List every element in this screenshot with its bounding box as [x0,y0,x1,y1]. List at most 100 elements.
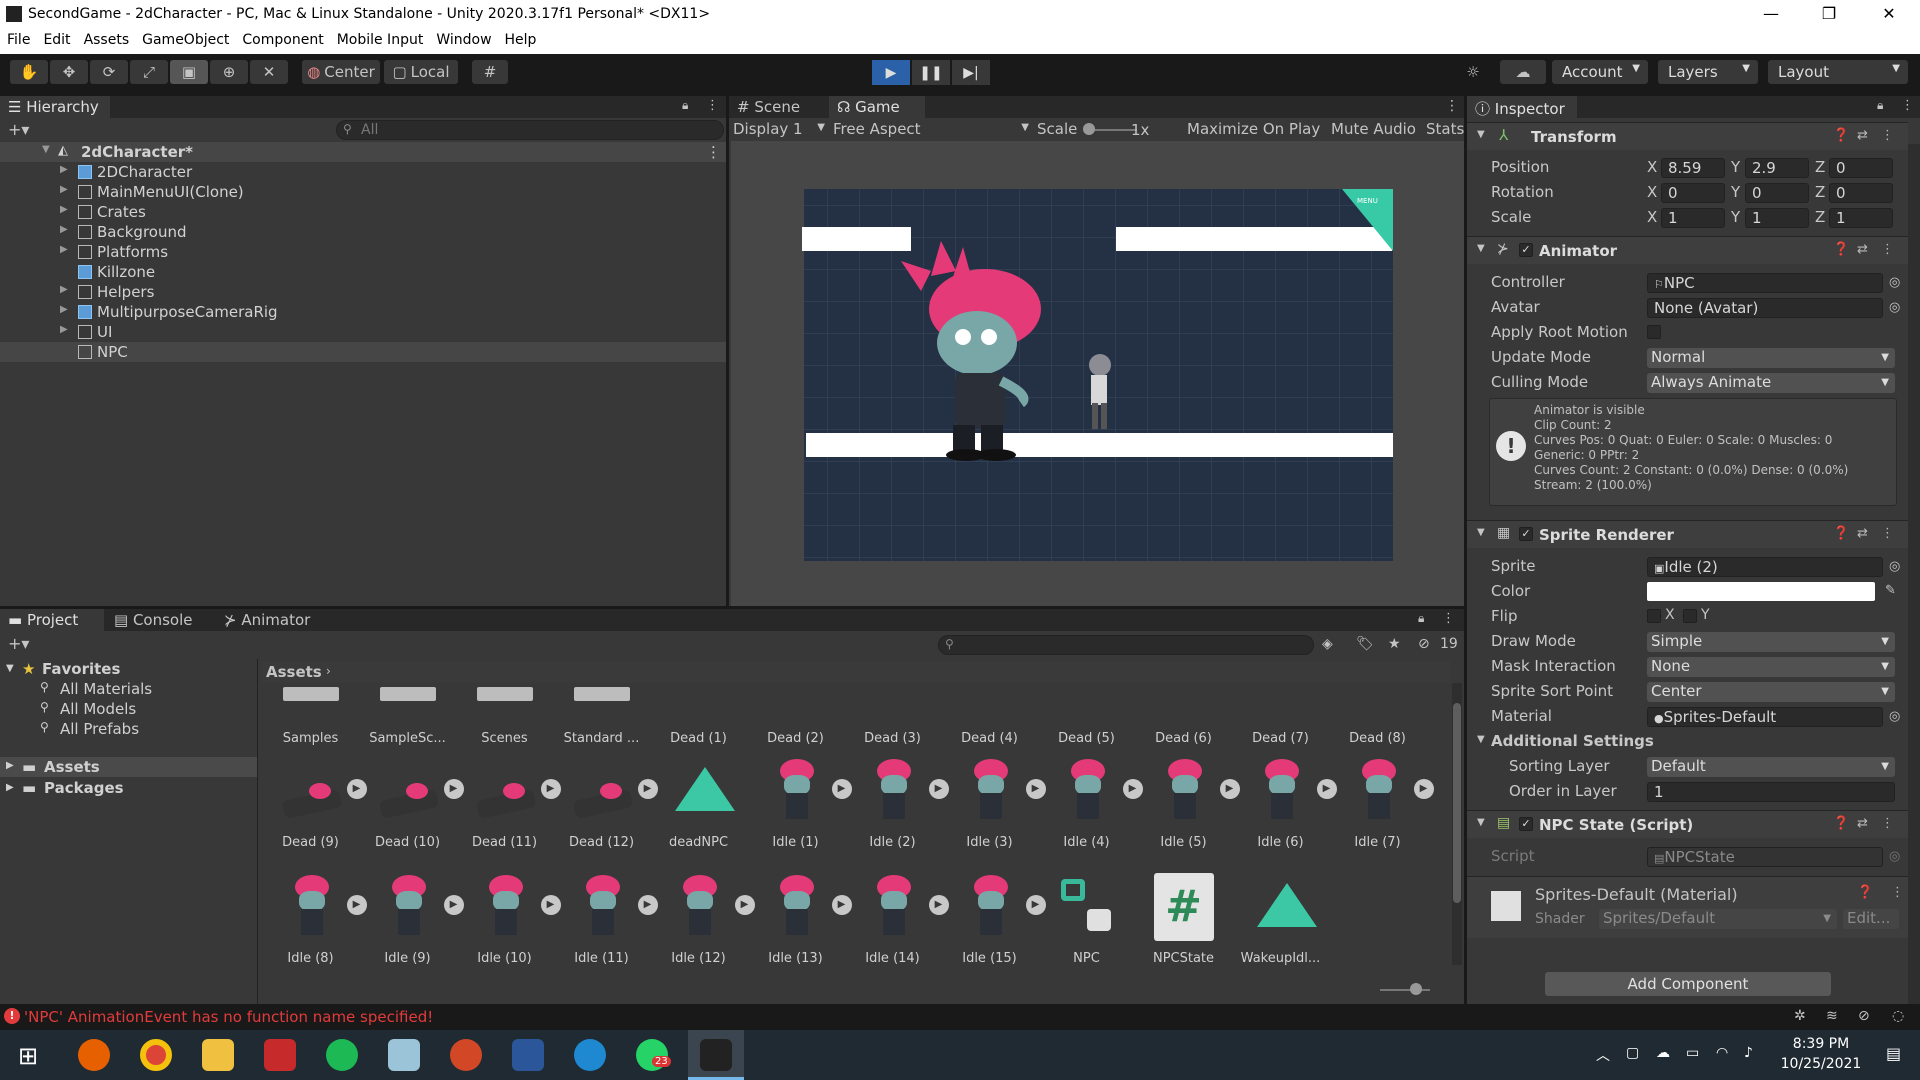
firefox-icon[interactable] [78,1039,110,1071]
asset-item[interactable]: Dead (1) [650,683,747,746]
meet-icon[interactable]: ▢ [1626,1045,1639,1061]
menu-assets[interactable]: Assets [77,28,136,48]
avatar-field[interactable]: None (Avatar) [1647,298,1883,318]
windows-start-icon[interactable]: ⊞ [18,1042,38,1070]
asset-item[interactable]: ▶ Idle (7) [1329,753,1434,850]
preset-icon[interactable]: ⇄ [1857,242,1868,257]
sprite-field[interactable]: ▣Idle (2) [1647,557,1883,577]
kebab-menu-icon[interactable]: ⋮ [1881,128,1894,143]
rotation-y-input[interactable]: 0 [1745,183,1809,203]
asset-item[interactable]: ▶ Idle (3) [941,753,1046,850]
step-button[interactable]: ▶| [952,60,990,85]
asset-item[interactable]: ▶ Idle (12) [650,869,755,966]
star-icon[interactable]: ★ [1388,636,1401,652]
tab-hierarchy[interactable]: ☰ Hierarchy [0,96,110,118]
kebab-menu-icon[interactable]: ⋮ [706,98,719,113]
sort-point-dropdown[interactable]: Center ▼ [1647,682,1895,702]
sorting-layer-dropdown[interactable]: Default ▼ [1647,757,1895,777]
menu-gameobject[interactable]: GameObject [135,28,235,48]
asset-item[interactable]: Standard ... [553,683,650,746]
asset-item[interactable]: ▶ Idle (5) [1135,753,1240,850]
project-scrollbar[interactable] [1452,683,1462,965]
animator-enabled-checkbox[interactable]: ✓ [1519,243,1533,257]
transform-header[interactable]: ▼ ⅄ Transform ❓ ⇄ ⋮ [1467,122,1908,150]
collab-icon[interactable]: ⊘ [1858,1008,1870,1024]
assets-folder-row[interactable]: ▶ ▬ Assets [0,757,257,777]
kebab-menu-icon[interactable]: ⋮ [1442,611,1455,626]
expand-arrow-icon[interactable]: ▶ [60,184,68,195]
asset-item[interactable]: deadNPC [650,753,747,850]
close-button[interactable]: ✕ [1860,0,1918,28]
culling-mode-dropdown[interactable]: Always Animate ▼ [1647,373,1895,393]
asset-item[interactable]: Dead (3) [844,683,941,746]
asset-item[interactable]: Dead (4) [941,683,1038,746]
expand-arrow-icon[interactable]: ▶ [60,304,68,315]
fav-all-prefabs[interactable]: All Prefabs [60,720,139,738]
collapse-arrow-icon[interactable]: ▼ [1477,527,1485,538]
display-dropdown[interactable]: Display 1 ▼ [733,120,829,140]
asset-item[interactable]: ▶ Idle (2) [844,753,949,850]
expand-arrow-icon[interactable]: ▼ [42,144,50,155]
aspect-dropdown[interactable]: Free Aspect ▼ [833,120,1033,140]
edit-shader-button[interactable]: Edit... [1843,909,1899,929]
scale-x-input[interactable]: 1 [1661,208,1725,228]
maximize-on-play-button[interactable]: Maximize On Play [1187,120,1320,138]
kebab-menu-icon[interactable]: ⋮ [1881,242,1894,257]
menu-window[interactable]: Window [429,28,497,48]
collapse-arrow-icon[interactable]: ▼ [1477,243,1485,254]
hand-tool-icon[interactable]: ✋ [10,60,48,84]
edge-icon[interactable] [574,1039,606,1071]
expand-arrow-icon[interactable]: ▶ [60,164,68,175]
help-icon[interactable]: ❓ [1833,242,1849,257]
position-z-input[interactable]: 0 [1829,158,1893,178]
hierarchy-item[interactable]: Killzone [0,262,726,282]
expand-arrow-icon[interactable]: ▶ [60,204,68,215]
rect-tool-icon[interactable]: ▣ [170,60,208,84]
cloud-off-icon[interactable]: ☁ [1656,1045,1670,1061]
mendeley-icon[interactable] [264,1039,296,1071]
axis-y-label[interactable]: Y [1731,158,1740,176]
hierarchy-item[interactable]: NPC [0,342,726,362]
pivot-center-button[interactable]: ◍ Center [302,60,380,84]
game-view[interactable]: MENU [731,141,1464,606]
flip-x-checkbox[interactable] [1647,609,1661,623]
cache-server-icon[interactable]: ≋ [1826,1008,1838,1024]
sprite-renderer-enabled-checkbox[interactable]: ✓ [1519,527,1533,541]
scene-row[interactable]: ▼ ◭ 2dCharacter* ⋮ [0,142,726,162]
rotation-z-input[interactable]: 0 [1829,183,1893,203]
file-explorer-icon[interactable] [202,1039,234,1071]
tab-console[interactable]: ▤ Console [106,609,212,631]
axis-z-label[interactable]: Z [1815,158,1825,176]
fav-all-materials[interactable]: All Materials [60,680,152,698]
expand-arrow-icon[interactable]: ▶ [6,760,14,771]
packages-label[interactable]: Packages [44,779,124,797]
layout-dropdown[interactable]: Layout ▼ [1768,60,1908,84]
stats-button[interactable]: Stats [1426,120,1464,138]
scale-tool-icon[interactable]: ⤢ [130,60,168,84]
scale-slider-handle[interactable] [1083,123,1095,135]
axis-z-label[interactable]: Z [1815,208,1825,226]
position-x-input[interactable]: 8.59 [1661,158,1725,178]
menu-edit[interactable]: Edit [36,28,76,48]
object-picker-icon[interactable]: ◎ [1889,275,1900,290]
kebab-menu-icon[interactable]: ⋮ [706,143,721,161]
asset-item[interactable]: ▶ Idle (4) [1038,753,1143,850]
tab-game[interactable]: ☊ Game [829,96,925,118]
play-button[interactable]: ▶ [872,60,910,85]
position-y-input[interactable]: 2.9 [1745,158,1809,178]
mute-audio-button[interactable]: Mute Audio [1331,120,1416,138]
kebab-menu-icon[interactable]: ⋮ [1445,98,1459,114]
axis-x-label[interactable]: X [1647,183,1657,201]
shader-dropdown[interactable]: Sprites/Default ▼ [1599,909,1837,929]
collapse-arrow-icon[interactable]: ▼ [1477,734,1485,745]
asset-item[interactable]: Dead (7) [1232,683,1329,746]
asset-item[interactable]: ▶ Idle (13) [747,869,852,966]
object-picker-icon[interactable]: ◎ [1889,300,1900,315]
axis-x-label[interactable]: X [1647,208,1657,226]
powerpoint-icon[interactable] [450,1039,482,1071]
battery-icon[interactable]: ▭ [1686,1045,1699,1061]
asset-item[interactable]: # NPCState [1135,869,1232,966]
asset-item[interactable]: ▶ Dead (9) [262,753,367,850]
filter-type-icon[interactable]: ◈ [1322,636,1333,652]
additional-settings-label[interactable]: Additional Settings [1491,732,1654,750]
